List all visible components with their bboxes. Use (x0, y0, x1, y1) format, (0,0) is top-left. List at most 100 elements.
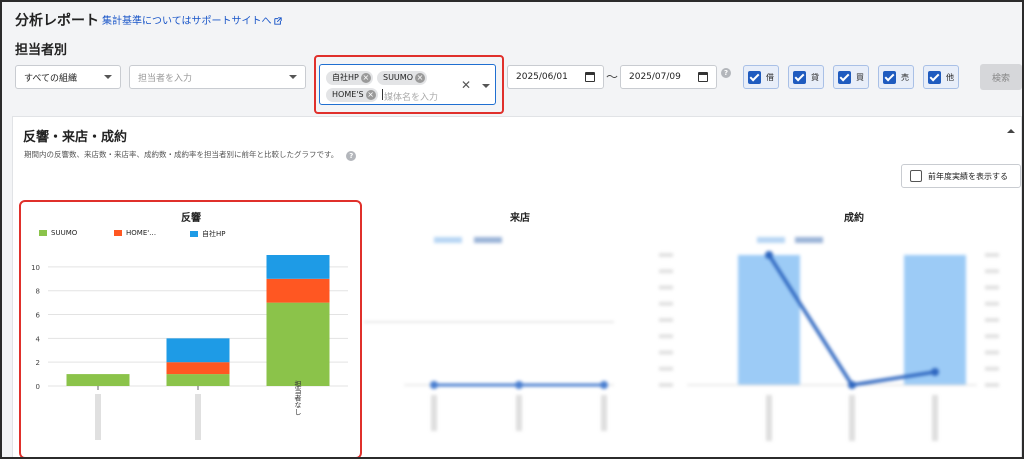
media-chip-label: 自社HP (332, 73, 359, 82)
type-checkbox-lease[interactable]: 貸 (788, 65, 824, 89)
legend-swatch (190, 231, 198, 237)
x-tick-label-blurred (766, 395, 772, 441)
calendar-icon[interactable] (585, 72, 595, 82)
y-tick-label-blurred (985, 350, 999, 355)
date-to-value: 2025/07/09 (629, 72, 681, 82)
person-input-placeholder: 担当者を入力 (138, 73, 193, 84)
legend-homes[interactable]: HOME'… (114, 229, 156, 237)
bar-segment (166, 362, 230, 375)
date-to-input[interactable]: 2025/07/09 (620, 65, 717, 89)
y-tick-label-blurred (659, 350, 673, 355)
checkbox-checked-icon (883, 70, 896, 84)
y-tick-label-blurred (659, 366, 673, 371)
y-tick-label-blurred (985, 366, 999, 371)
remove-chip-icon[interactable]: × (415, 73, 425, 83)
search-button[interactable]: 検索 (980, 64, 1022, 90)
chart-title-contract: 成約 (844, 213, 864, 224)
chart-title-response: 反響 (181, 213, 201, 224)
date-from-value: 2025/06/01 (516, 72, 568, 82)
chevron-down-icon (104, 75, 112, 79)
y-tick-label-blurred (985, 301, 999, 306)
bar-segment (266, 255, 330, 279)
help-icon[interactable]: ? (346, 151, 357, 161)
date-from-input[interactable]: 2025/06/01 (507, 65, 604, 89)
y-tick-label: 10 (31, 264, 40, 272)
checkbox-checked-icon (793, 70, 806, 84)
type-label: 貸 (811, 72, 819, 82)
y-tick-label: 4 (36, 335, 41, 343)
panel-description-text: 期間内の反響数、来店数・来店率、成約数・成約率を担当者別に前年と比較したグラフで… (24, 150, 339, 159)
organization-select[interactable]: すべての組織 (15, 65, 121, 89)
bar-segment (266, 302, 330, 386)
x-tick-label-blurred (932, 395, 938, 441)
contract-chart (659, 237, 999, 441)
x-tick-label-blurred (849, 395, 855, 441)
y-tick-label: 2 (36, 359, 40, 367)
y-tick-label-blurred (659, 383, 673, 387)
checkbox-checked-icon (748, 70, 761, 84)
media-chip-label: SUUMO (383, 73, 413, 82)
clear-icon[interactable]: ✕ (461, 78, 471, 92)
date-separator: 〜 (606, 70, 619, 84)
visit-chart (364, 237, 614, 431)
y-tick-label-blurred (659, 269, 673, 274)
type-label: 借 (766, 72, 774, 82)
y-tick-label-blurred (985, 285, 999, 290)
media-chip-homes[interactable]: HOME'S × (326, 88, 378, 102)
panel-description: 期間内の反響数、来店数・来店率、成約数・成約率を担当者別に前年と比較したグラフで… (24, 149, 357, 161)
line-point (848, 381, 856, 389)
media-chip-label: HOME'S (332, 90, 364, 99)
filter-area: 分析レポート 集計基準についてはサポートサイトへ 担当者別 すべての組織 担当者… (2, 2, 1022, 114)
support-site-link[interactable]: 集計基準についてはサポートサイトへ (102, 12, 282, 27)
y-tick-label-blurred (659, 318, 673, 322)
chevron-down-icon[interactable] (482, 84, 490, 88)
y-tick-label: 0 (36, 383, 40, 391)
legend-swatch (39, 230, 47, 236)
y-tick-label-blurred (985, 383, 999, 387)
legend-label: SUUMO (51, 229, 78, 237)
legend-suumo[interactable]: SUUMO (39, 229, 77, 237)
type-checkbox-buy[interactable]: 買 (833, 65, 869, 89)
type-label: 買 (856, 72, 864, 82)
legend-blurred (474, 237, 502, 243)
chart-title-visit: 来店 (510, 213, 530, 224)
prev-year-label: 前年度実績を表示する (928, 171, 1008, 181)
prev-year-toggle[interactable]: 前年度実績を表示する (901, 164, 1021, 188)
calendar-icon[interactable] (698, 72, 708, 82)
media-multiselect[interactable]: 自社HP × SUUMO × HOME'S × 媒体名を入力 ✕ (319, 64, 496, 105)
media-chip-own-hp[interactable]: 自社HP × (326, 71, 373, 85)
y-tick-label-blurred (985, 318, 999, 322)
external-link-icon (273, 17, 282, 25)
media-input-placeholder[interactable]: 媒体名を入力 (384, 90, 438, 103)
bar-segment (166, 338, 230, 363)
x-tick-label-blurred (431, 395, 437, 431)
checkbox-unchecked-icon (910, 170, 922, 182)
y-tick-label-blurred (985, 334, 999, 339)
remove-chip-icon[interactable]: × (360, 73, 371, 83)
text-cursor (382, 89, 383, 100)
chevron-up-icon[interactable] (1007, 129, 1015, 133)
bar-segment (266, 278, 330, 303)
person-input[interactable]: 担当者を入力 (129, 65, 306, 89)
media-chip-suumo[interactable]: SUUMO × (377, 71, 427, 85)
type-checkbox-rent[interactable]: 借 (743, 65, 779, 89)
bar-segment (66, 374, 130, 386)
checkbox-checked-icon (838, 70, 851, 84)
legend-own-hp[interactable]: 自社HP (190, 229, 226, 239)
panel-title: 反響・来店・成約 (23, 130, 128, 145)
type-checkbox-other[interactable]: 他 (923, 65, 959, 89)
y-tick-label: 6 (36, 312, 41, 320)
y-tick-label-blurred (985, 269, 999, 274)
legend-blurred (757, 237, 785, 243)
remove-chip-icon[interactable]: × (365, 90, 376, 100)
legend-blurred (434, 237, 462, 243)
type-checkbox-sell[interactable]: 売 (878, 65, 914, 89)
line-point (600, 381, 608, 389)
help-icon[interactable]: ? (721, 68, 731, 78)
type-label: 売 (901, 72, 909, 82)
x-tick-label: 担当者なし (294, 380, 302, 416)
response-chart: 0 2 4 6 8 10 担当者なし (31, 255, 348, 440)
bar (738, 255, 800, 385)
app-frame: 分析レポート 集計基準についてはサポートサイトへ 担当者別 すべての組織 担当者… (0, 0, 1024, 459)
support-site-link-label: 集計基準についてはサポートサイトへ (102, 16, 272, 27)
